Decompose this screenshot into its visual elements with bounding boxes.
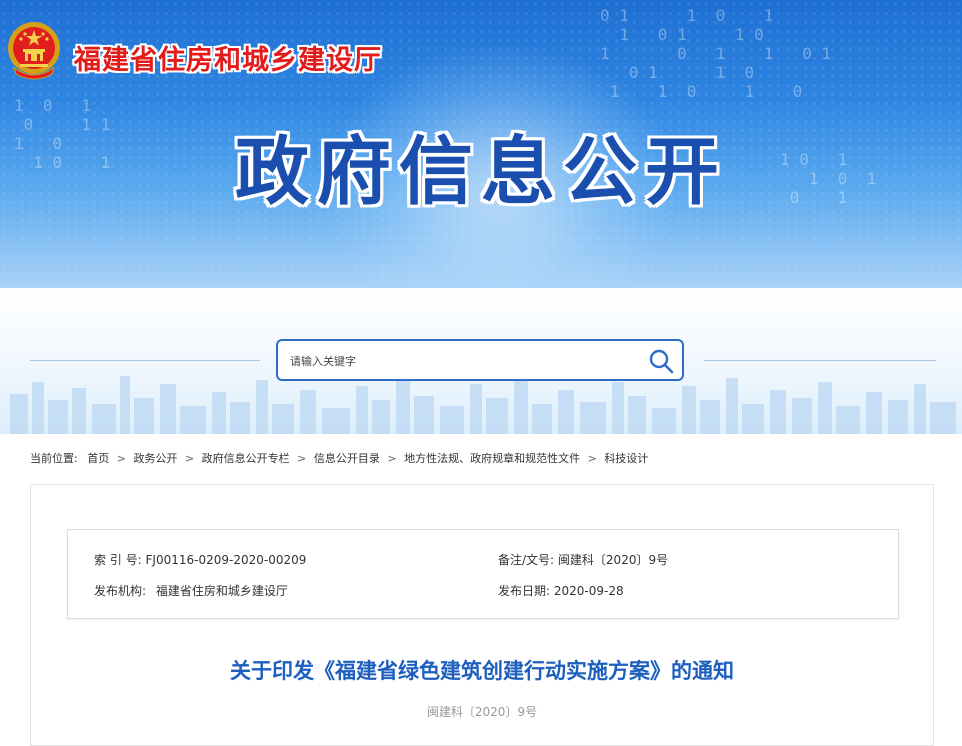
breadcrumb-separator: > [184, 452, 195, 465]
document-meta-box: 索 引 号: FJ00116-0209-2020-00209 备注/文号: 闽建… [67, 529, 899, 619]
search-input[interactable] [288, 341, 632, 381]
breadcrumb-item-home[interactable]: 首页 [87, 452, 109, 465]
breadcrumb-item-government-affairs[interactable]: 政务公开 [133, 452, 177, 465]
meta-index-value: FJ00116-0209-2020-00209 [145, 553, 307, 567]
banner-title: 政府信息公开 [235, 129, 727, 215]
article-doc-number: 闽建科〔2020〕9号 [426, 705, 538, 719]
breadcrumb-separator: > [297, 452, 307, 465]
meta-index-label: 索 引 号: [94, 553, 142, 567]
meta-doc-number-value: 闽建科〔2020〕9号 [557, 553, 669, 567]
meta-publish-date-value: 2020-09-28 [553, 584, 624, 598]
article-panel: 索 引 号: FJ00116-0209-2020-00209 备注/文号: 闽建… [30, 484, 934, 746]
header-banner: 1 0 1 0 1 1 1 0 1 0 1 0 1 1 0 1 1 0 1 1 … [0, 0, 962, 288]
meta-publish-date-label: 发布日期: [498, 584, 551, 598]
breadcrumb-separator: > [587, 452, 597, 465]
breadcrumb-item-disclosure-catalog[interactable]: 信息公开目录 [314, 452, 380, 465]
breadcrumb-item-regulations[interactable]: 地方性法规、政府规章和规范性文件 [404, 452, 580, 465]
meta-publisher: 发布机构: 福建省住房和城乡建设厅 [94, 582, 288, 599]
divider-line [704, 360, 936, 361]
meta-doc-number: 备注/文号: 闽建科〔2020〕9号 [498, 551, 668, 568]
national-emblem-icon [8, 22, 60, 80]
banner-digit-rain: 0 1 1 0 1 1 0 1 1 0 1 0 1 1 0 1 0 1 1 0 … [600, 6, 832, 101]
breadcrumb-item-info-disclosure-column[interactable]: 政府信息公开专栏 [202, 452, 290, 465]
breadcrumb-item-tech-design[interactable]: 科技设计 [604, 452, 648, 465]
search-icon[interactable] [648, 348, 674, 374]
meta-publisher-value: 福建省住房和城乡建设厅 [155, 584, 288, 598]
divider-line [30, 360, 260, 361]
search-box [276, 339, 684, 381]
breadcrumb-separator: > [116, 452, 126, 465]
breadcrumb-separator: > [387, 452, 397, 465]
meta-publish-date: 发布日期: 2020-09-28 [498, 582, 624, 599]
breadcrumb: 当前位置: 首页 > 政务公开 > 政府信息公开专栏 > 信息公开目录 > 地方… [30, 450, 648, 466]
article-title: 关于印发《福建省绿色建筑创建行动实施方案》的通知 [230, 659, 734, 683]
breadcrumb-label: 当前位置: [30, 452, 78, 465]
meta-doc-number-label: 备注/文号: [498, 553, 555, 567]
site-title[interactable]: 福建省住房和城乡建设厅 [74, 38, 382, 77]
search-section [0, 288, 962, 434]
meta-index: 索 引 号: FJ00116-0209-2020-00209 [94, 551, 306, 568]
meta-publisher-label: 发布机构: [94, 584, 147, 598]
